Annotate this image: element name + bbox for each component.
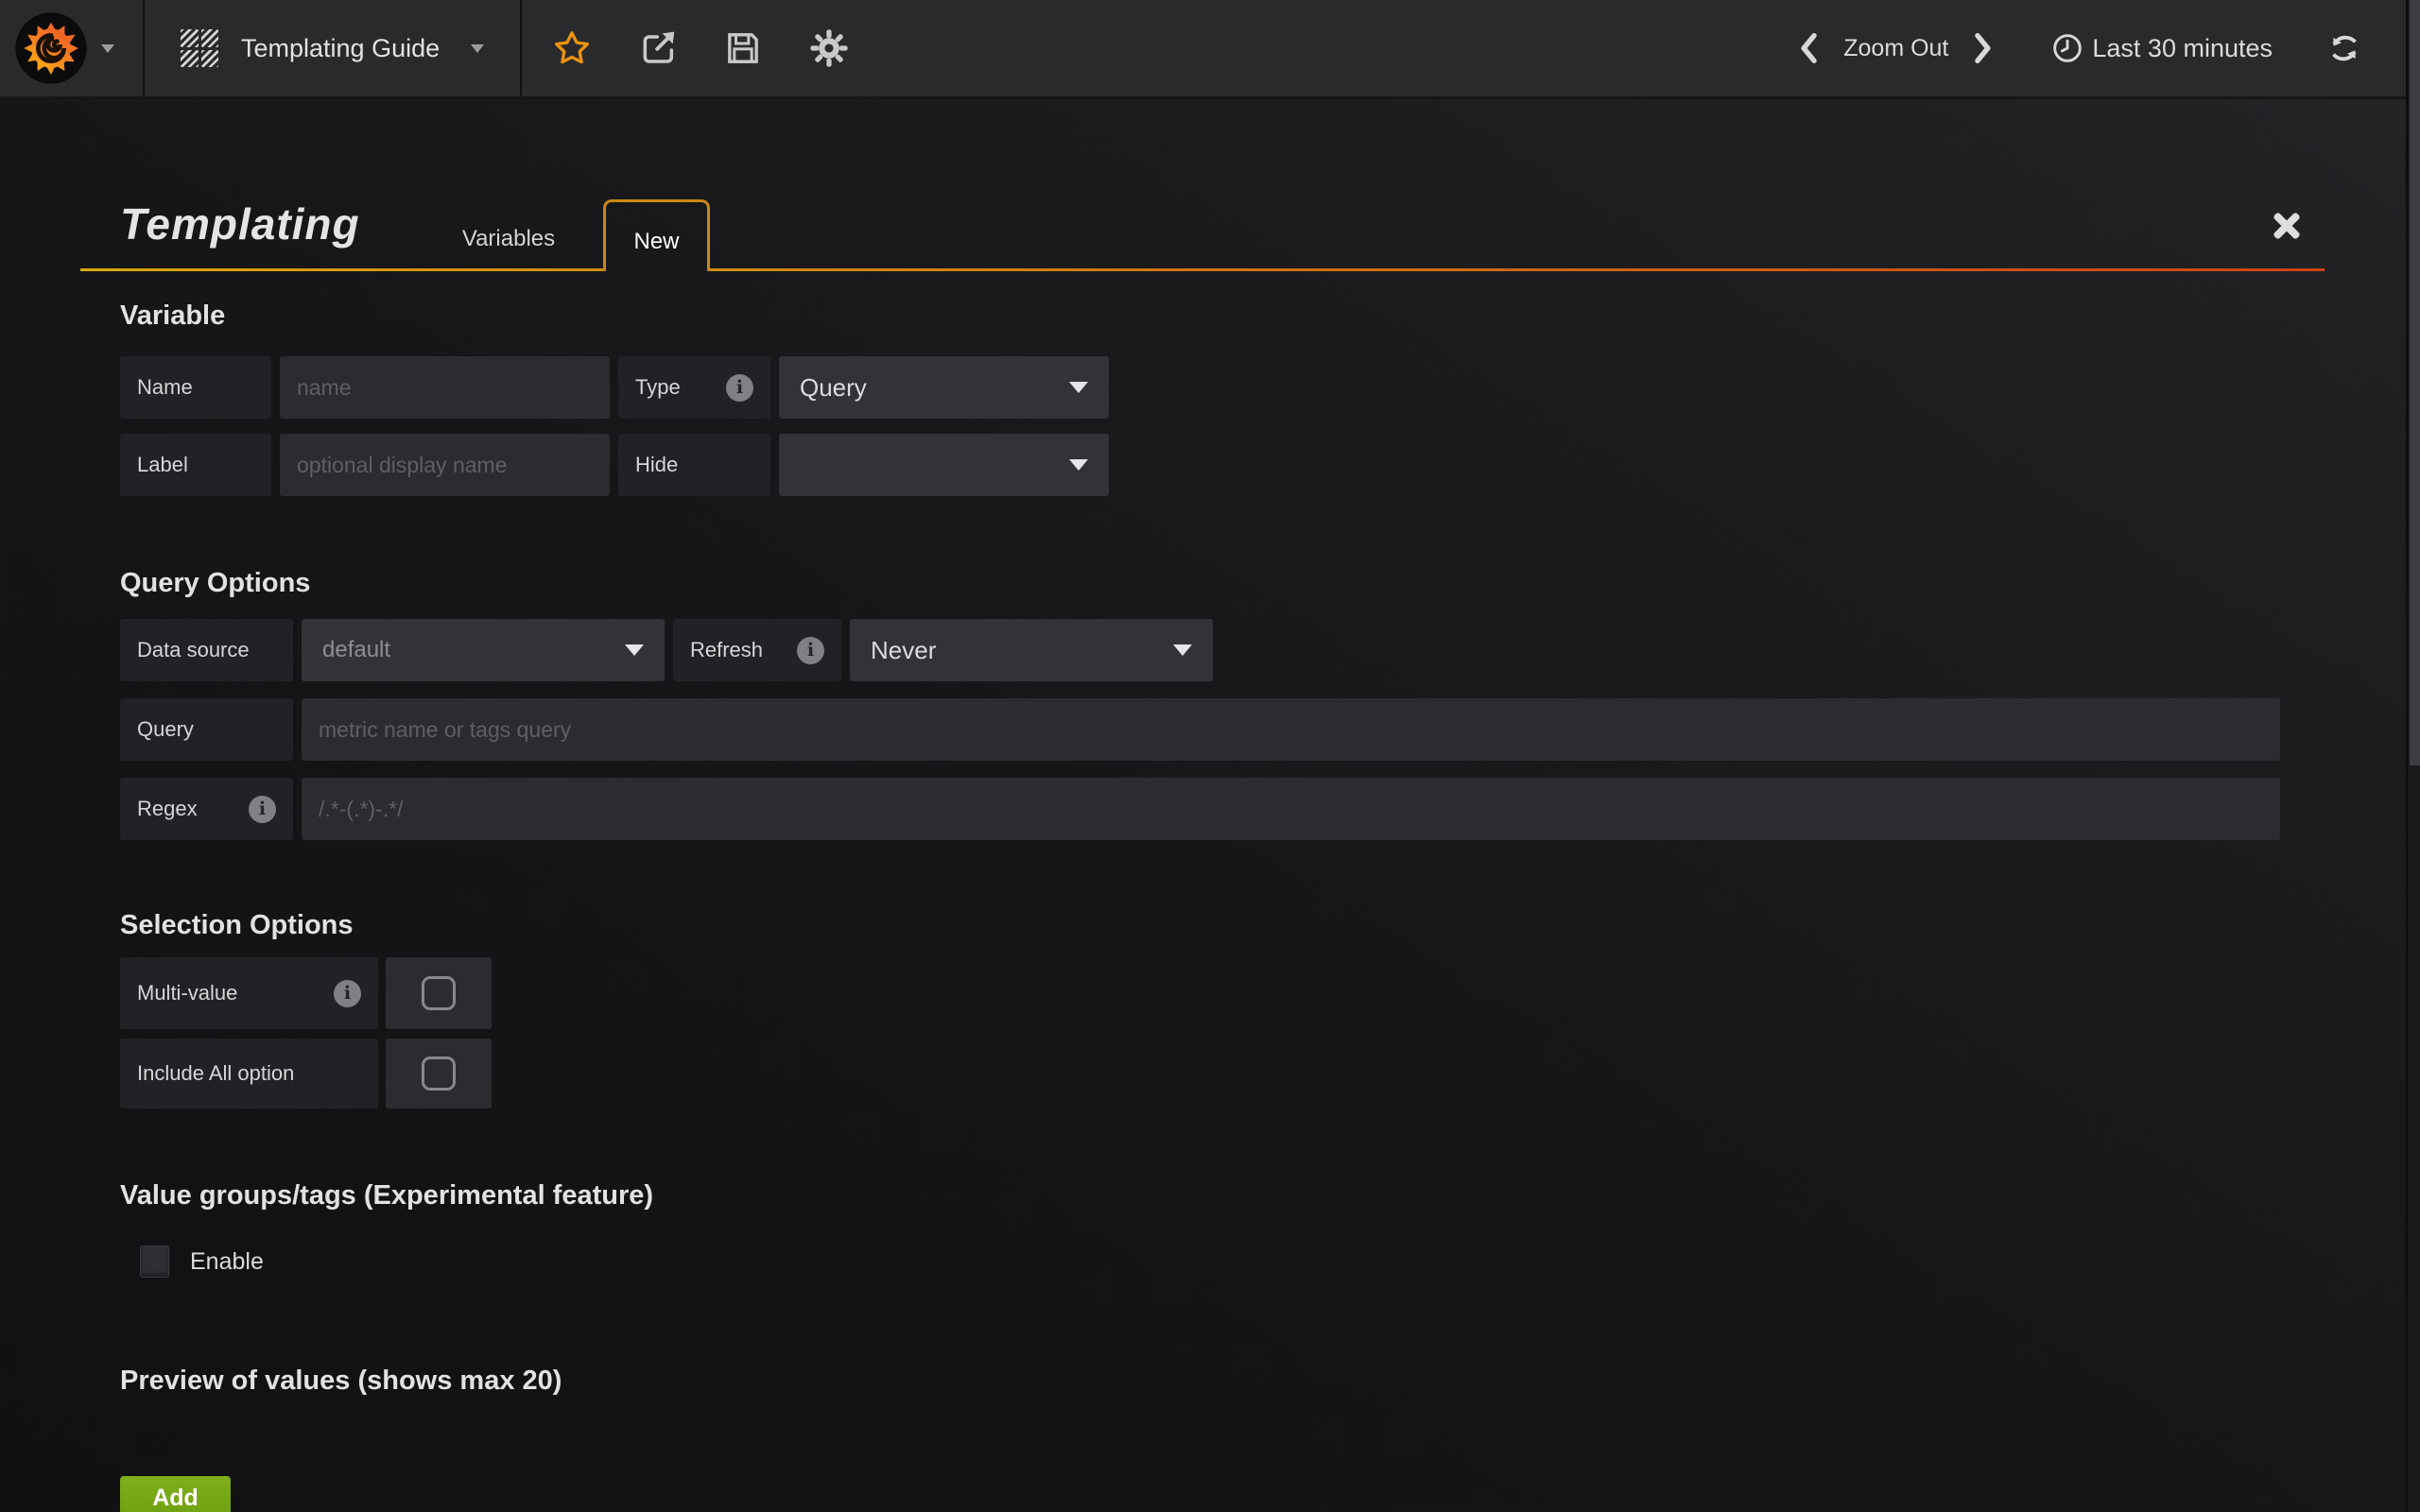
header-accent-line xyxy=(710,268,2325,271)
grafana-menu-button[interactable] xyxy=(0,0,145,96)
regex-input[interactable] xyxy=(302,778,2280,840)
type-select-value: Query xyxy=(800,373,867,403)
name-input[interactable] xyxy=(280,356,610,419)
info-icon[interactable]: i xyxy=(249,796,276,823)
chevron-down-icon xyxy=(101,44,114,53)
hide-label: Hide xyxy=(618,434,770,496)
chevron-right-icon xyxy=(1973,32,1994,64)
variable-label-row: Label Hide xyxy=(120,434,1109,496)
include-all-label: Include All option xyxy=(120,1039,378,1108)
type-label: Type i xyxy=(618,356,770,419)
variable-name-row: Name Type i Query xyxy=(120,356,1109,419)
refresh-icon xyxy=(2327,31,2361,65)
chevron-down-icon xyxy=(471,44,484,53)
label-label: Label xyxy=(120,434,271,496)
datasource-label: Data source xyxy=(120,619,293,681)
chevron-down-icon xyxy=(1173,644,1192,656)
query-label: Query xyxy=(120,698,293,761)
save-button[interactable] xyxy=(724,29,762,67)
tab-variables[interactable]: Variables xyxy=(442,215,575,263)
time-range-picker[interactable]: Last 30 minutes xyxy=(2052,33,2273,63)
header-accent-line xyxy=(80,268,603,271)
save-icon xyxy=(724,29,762,67)
star-icon xyxy=(552,28,592,68)
hide-select[interactable] xyxy=(779,434,1109,496)
close-icon[interactable] xyxy=(2271,210,2303,242)
dashboard-icon xyxy=(181,29,218,67)
gear-icon xyxy=(809,28,849,68)
refresh-label: Refresh i xyxy=(673,619,841,681)
include-all-row: Include All option xyxy=(120,1039,492,1108)
query-row: Query xyxy=(120,698,2280,761)
name-label: Name xyxy=(120,356,271,419)
scrollbar-thumb[interactable] xyxy=(2410,0,2420,765)
dashboard-title-button[interactable]: Templating Guide xyxy=(145,0,522,96)
multi-value-label: Multi-value i xyxy=(120,957,378,1029)
value-groups-heading: Value groups/tags (Experimental feature) xyxy=(120,1180,653,1211)
preview-heading: Preview of values (shows max 20) xyxy=(120,1366,562,1397)
enable-label: Enable xyxy=(190,1248,264,1276)
time-range-label: Last 30 minutes xyxy=(2092,34,2273,63)
include-all-checkbox[interactable] xyxy=(386,1039,492,1108)
vertical-scrollbar[interactable] xyxy=(2406,0,2420,1512)
datasource-select[interactable]: default xyxy=(302,619,665,681)
time-shift-forward-button[interactable] xyxy=(1973,32,1994,64)
settings-button[interactable] xyxy=(809,28,849,68)
selection-options-heading: Selection Options xyxy=(120,910,354,941)
checkbox-icon xyxy=(422,976,456,1010)
star-button[interactable] xyxy=(552,28,592,68)
dashboard-title: Templating Guide xyxy=(241,34,440,63)
variable-section-heading: Variable xyxy=(120,301,225,332)
add-button[interactable]: Add xyxy=(120,1476,231,1512)
label-input[interactable] xyxy=(280,434,610,496)
checkbox-icon xyxy=(422,1057,456,1091)
regex-row: Regex i xyxy=(120,778,2280,840)
clock-icon xyxy=(2052,33,2083,63)
info-icon[interactable]: i xyxy=(334,980,361,1007)
page-title: Templating xyxy=(120,198,360,249)
share-button[interactable] xyxy=(639,29,677,67)
datasource-row: Data source default Refresh i Never xyxy=(120,619,1213,681)
info-icon[interactable]: i xyxy=(797,637,824,664)
info-icon[interactable]: i xyxy=(726,374,753,402)
datasource-select-value: default xyxy=(322,637,390,663)
chevron-down-icon xyxy=(1069,459,1088,471)
share-icon xyxy=(639,29,677,67)
regex-label: Regex i xyxy=(120,778,293,840)
tab-new[interactable]: New xyxy=(603,199,710,271)
type-select[interactable]: Query xyxy=(779,356,1109,419)
enable-checkbox[interactable] xyxy=(140,1246,169,1278)
chevron-down-icon xyxy=(625,644,644,656)
query-options-heading: Query Options xyxy=(120,568,310,599)
grafana-logo-icon xyxy=(13,10,89,86)
refresh-select[interactable]: Never xyxy=(850,619,1213,681)
multi-value-row: Multi-value i xyxy=(120,957,492,1029)
query-input[interactable] xyxy=(302,698,2280,761)
chevron-left-icon xyxy=(1798,32,1819,64)
refresh-button[interactable] xyxy=(2327,31,2361,65)
top-nav: Templating Guide xyxy=(0,0,2420,99)
multi-value-checkbox[interactable] xyxy=(386,957,492,1029)
refresh-select-value: Never xyxy=(871,636,936,665)
time-shift-back-button[interactable] xyxy=(1798,32,1819,64)
zoom-out-button[interactable]: Zoom Out xyxy=(1843,35,1948,62)
chevron-down-icon xyxy=(1069,382,1088,393)
enable-checkbox-row[interactable]: Enable xyxy=(140,1246,264,1278)
